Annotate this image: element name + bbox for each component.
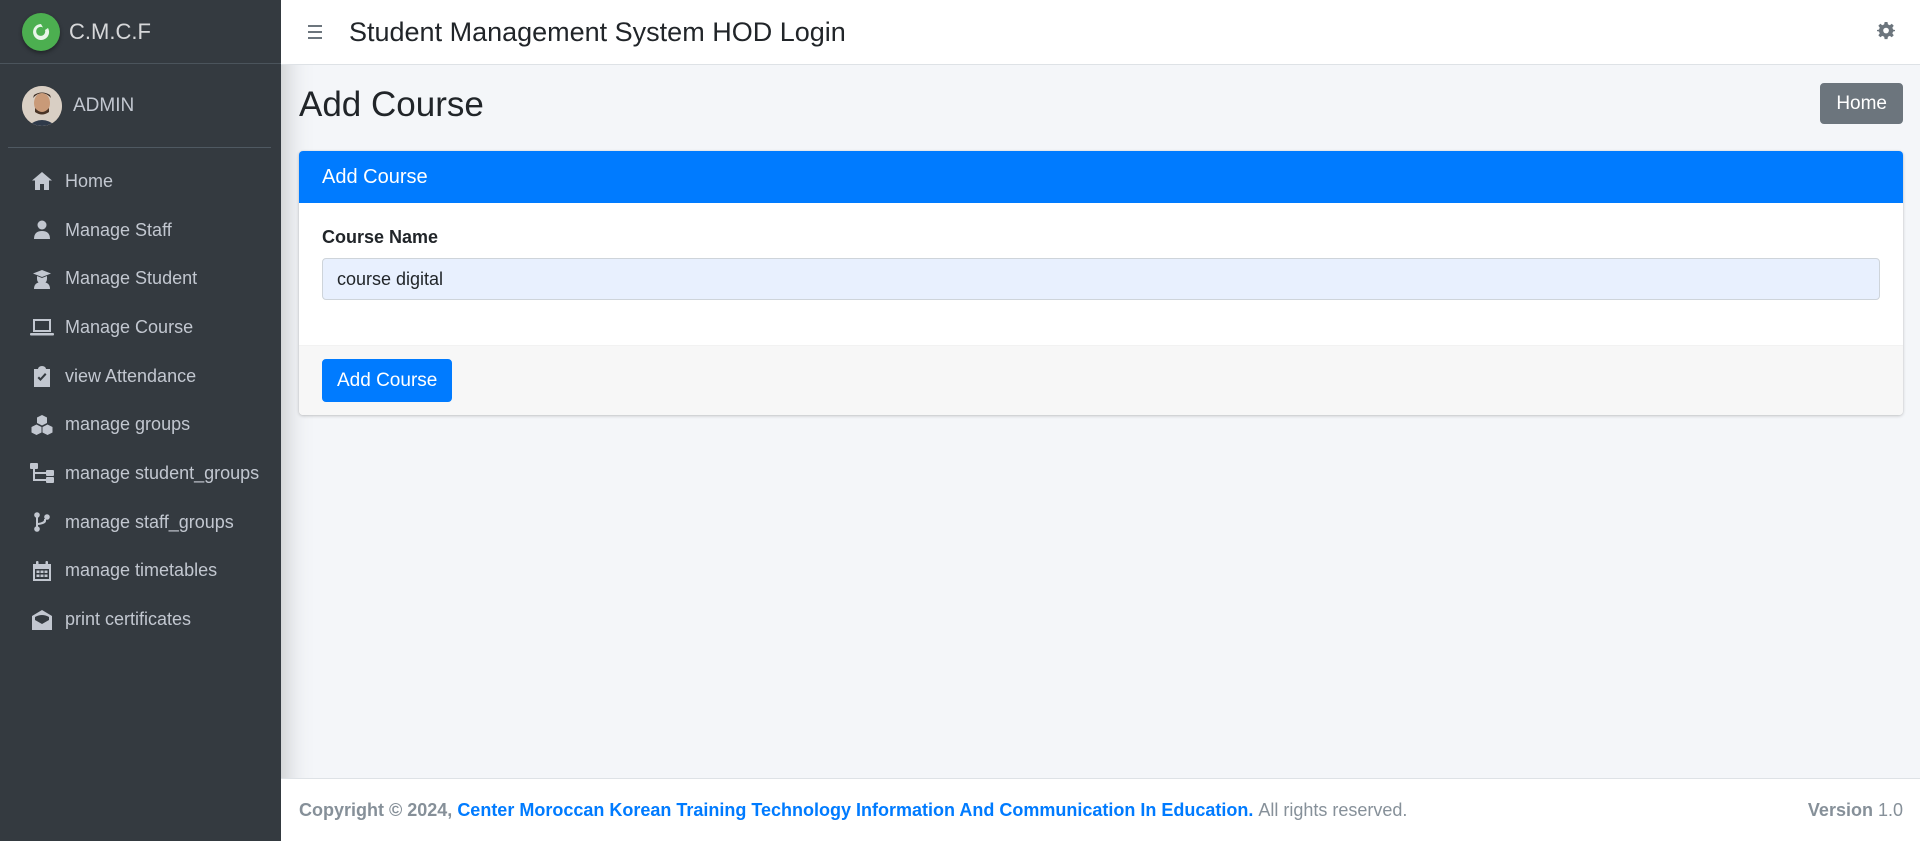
page-footer: Copyright © 2024, Center Moroccan Korean… [281,778,1920,841]
sidebar-item-label: manage groups [65,414,191,435]
sidebar-item-label: Manage Student [65,268,198,289]
add-course-card: Add Course Course Name Add Course [299,151,1903,415]
card-footer: Add Course [299,345,1903,415]
version-info: Version 1.0 [1808,800,1903,821]
sidebar-item-manage-groups[interactable]: manage groups [8,400,273,449]
header-title: Student Management System HOD Login [349,16,846,47]
brand-name: C.M.C.F [69,18,151,44]
envelope-open-icon [30,608,54,632]
course-name-label: Course Name [322,227,439,247]
copyright-text: Copyright © 2024, [299,799,453,820]
sidebar-item-manage-student[interactable]: Manage Student [8,254,273,303]
hamburger-menu-icon[interactable] [308,21,330,43]
gear-icon[interactable] [1876,22,1896,45]
laptop-icon [30,315,54,339]
sidebar-item-manage-staff[interactable]: Manage Staff [8,206,273,255]
user-panel[interactable]: ADMIN [8,64,271,148]
version-label: Version [1807,799,1873,820]
brand-link[interactable]: C.M.C.F [0,0,281,64]
cubes-icon [30,413,54,437]
sidebar-item-label: manage student_groups [65,462,260,483]
sidebar-item-label: manage timetables [65,560,218,581]
sidebar-item-label: print certificates [65,609,192,630]
sidebar-item-print-certificates[interactable]: print certificates [8,595,273,644]
sidebar-item-label: view Attendance [65,365,197,386]
calendar-icon [30,559,54,583]
user-icon [30,218,54,242]
organization-link[interactable]: Center Moroccan Korean Training Technolo… [457,800,1253,821]
sidebar: C.M.C.F ADMIN Home Manage Staff Manage S… [0,0,281,841]
user-name: ADMIN [73,94,135,116]
sidebar-item-label: Manage Staff [65,219,172,240]
sidebar-item-label: Manage Course [65,316,194,337]
home-icon [30,169,54,193]
code-branch-icon [30,510,54,534]
version-value: 1.0 [1877,799,1903,820]
home-button[interactable]: Home [1820,83,1903,124]
sidebar-item-manage-student-groups[interactable]: manage student_groups [8,449,273,498]
rights-text: All rights reserved. [1258,799,1408,820]
top-navbar: Student Management System HOD Login [281,0,1920,65]
page-title: Add Course [299,85,484,124]
sitemap-icon [30,461,54,485]
leaf-logo-icon [22,12,60,51]
sidebar-item-home[interactable]: Home [8,157,273,206]
main-content: Add Course Home Add Course Course Name A… [281,65,1920,778]
sidebar-item-view-attendance[interactable]: view Attendance [8,352,273,401]
avatar [22,85,62,126]
sidebar-item-label: Home [65,170,114,191]
sidebar-nav: Home Manage Staff Manage Student Manage … [0,157,281,644]
add-course-button[interactable]: Add Course [322,359,453,402]
sidebar-item-label: manage staff_groups [65,511,234,532]
sidebar-item-manage-staff-groups[interactable]: manage staff_groups [8,498,273,547]
sidebar-item-manage-timetables[interactable]: manage timetables [8,547,273,596]
sidebar-item-manage-course[interactable]: Manage Course [8,303,273,352]
graduate-icon [30,267,54,291]
course-name-input[interactable] [322,258,1880,300]
card-body: Course Name [299,203,1903,345]
card-header: Add Course [299,151,1903,203]
clipboard-check-icon [30,364,54,388]
